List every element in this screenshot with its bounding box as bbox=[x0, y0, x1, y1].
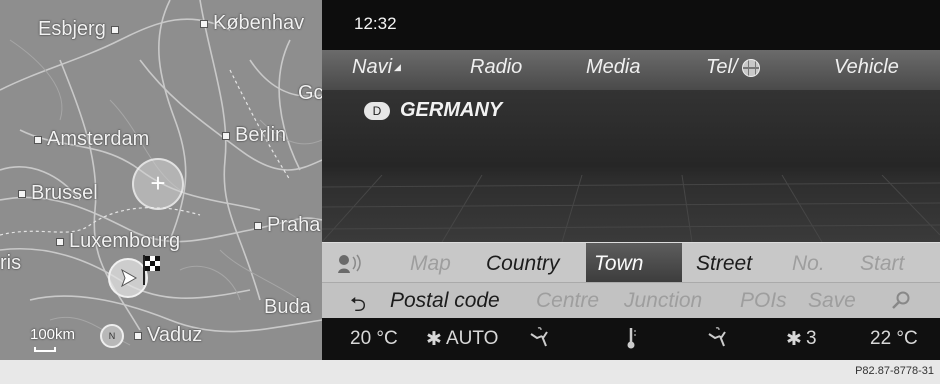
city-label: Amsterdam bbox=[47, 128, 150, 150]
city-label: Gc bbox=[298, 82, 322, 104]
map-crosshair-cursor[interactable]: + bbox=[132, 158, 184, 210]
city-marker bbox=[110, 25, 119, 34]
map-city-gc: Gc bbox=[298, 82, 322, 105]
map-city-paris: ris bbox=[0, 252, 21, 275]
option-street[interactable]: Street bbox=[696, 252, 752, 276]
option-pois[interactable]: POIs bbox=[740, 289, 787, 313]
climate-control-bar: 20 °C ✱ AUTO ✱ 3 22 °C bbox=[322, 318, 940, 360]
city-label: Københav bbox=[213, 12, 305, 34]
option-start[interactable]: Start bbox=[860, 252, 904, 276]
map-city-kobenhavn: Københav bbox=[200, 12, 304, 35]
compass-icon[interactable]: N bbox=[100, 324, 124, 348]
menu-navi[interactable]: Navi ◢ bbox=[352, 56, 401, 79]
city-marker bbox=[254, 221, 262, 230]
voice-control-icon[interactable] bbox=[336, 253, 362, 275]
city-label: Brussel bbox=[31, 182, 98, 204]
menu-tel-label: Tel/ bbox=[706, 56, 738, 78]
city-label: Buda bbox=[264, 296, 311, 318]
option-town[interactable]: Town bbox=[594, 252, 643, 276]
city-marker bbox=[34, 135, 42, 144]
menu-tel[interactable]: Tel/ bbox=[706, 56, 760, 79]
city-marker bbox=[18, 189, 26, 198]
perspective-grid bbox=[322, 175, 940, 242]
figure-footer: P82.87-8778-31 bbox=[0, 360, 940, 384]
main-panel: 12:32 Navi ◢ Radio Media Tel/ Vehicle D … bbox=[322, 0, 940, 360]
globe-icon bbox=[741, 58, 760, 77]
search-icon[interactable] bbox=[890, 290, 912, 312]
map-city-berlin: Berlin bbox=[222, 124, 286, 147]
map-scale-label: 100km bbox=[30, 326, 76, 343]
map-info-strip: 100km N Vaduz bbox=[0, 318, 322, 360]
address-entry-display: D GERMANY bbox=[322, 90, 940, 242]
map-city-praha: Praha bbox=[254, 214, 320, 237]
option-junction[interactable]: Junction bbox=[624, 289, 702, 313]
city-marker bbox=[134, 331, 142, 340]
city-marker bbox=[222, 131, 230, 140]
fan-speed-icon: ✱ bbox=[786, 329, 802, 350]
option-postal-code[interactable]: Postal code bbox=[390, 289, 500, 313]
compass-north-letter: N bbox=[108, 331, 116, 341]
clock: 12:32 bbox=[354, 14, 397, 33]
submenu-triangle-icon: ◢ bbox=[394, 62, 401, 73]
figure-reference-code: P82.87-8778-31 bbox=[855, 365, 934, 377]
city-label: Vaduz bbox=[147, 324, 203, 346]
option-number[interactable]: No. bbox=[792, 252, 825, 276]
city-label: Praha bbox=[267, 214, 321, 236]
option-map[interactable]: Map bbox=[410, 252, 451, 276]
city-label: Berlin bbox=[235, 124, 287, 146]
option-save[interactable]: Save bbox=[808, 289, 856, 313]
main-function-bar: Navi ◢ Radio Media Tel/ Vehicle bbox=[322, 50, 940, 90]
fan-auto-icon: ✱ bbox=[426, 329, 442, 350]
city-marker bbox=[56, 237, 64, 246]
climate-auto-mode[interactable]: AUTO bbox=[446, 328, 498, 350]
airflow-upper-icon[interactable] bbox=[528, 326, 552, 350]
city-marker bbox=[200, 19, 208, 28]
menu-radio[interactable]: Radio bbox=[470, 56, 522, 79]
right-temperature[interactable]: 22 °C bbox=[870, 328, 918, 350]
city-label: Esbjerg bbox=[38, 18, 106, 40]
map-city-amsterdam: Amsterdam bbox=[34, 128, 149, 151]
crosshair-plus-icon: + bbox=[150, 168, 166, 198]
navigation-map[interactable]: Esbjerg Københav Gc Amsterdam Berlin Bru… bbox=[0, 0, 322, 360]
thermometer-icon[interactable] bbox=[624, 326, 638, 350]
map-city-esbjerg: Esbjerg bbox=[38, 18, 119, 41]
city-label: Luxembourg bbox=[69, 230, 181, 252]
destination-flag-icon bbox=[143, 255, 160, 285]
country-code-badge: D bbox=[364, 101, 390, 120]
selected-country-row[interactable]: D GERMANY bbox=[364, 99, 502, 122]
menu-navi-label: Navi bbox=[352, 56, 393, 78]
status-bar: 12:32 bbox=[322, 0, 940, 50]
menu-media[interactable]: Media bbox=[586, 56, 640, 79]
option-centre[interactable]: Centre bbox=[536, 289, 599, 313]
option-country[interactable]: Country bbox=[486, 252, 560, 276]
map-scale-bar bbox=[34, 347, 56, 352]
menu-vehicle[interactable]: Vehicle bbox=[834, 56, 899, 79]
left-temperature[interactable]: 20 °C bbox=[350, 328, 398, 350]
fan-speed-level[interactable]: 3 bbox=[806, 328, 817, 350]
city-label: ris bbox=[0, 252, 22, 274]
head-unit-screen: Esbjerg Københav Gc Amsterdam Berlin Bru… bbox=[0, 0, 940, 360]
map-city-vaduz: Vaduz bbox=[134, 324, 202, 347]
address-submenu-row: ⮌ Postal code Centre Junction POIs Save bbox=[322, 282, 940, 318]
map-city-budapest: Buda bbox=[264, 296, 311, 319]
map-city-brussel: Brussel bbox=[18, 182, 98, 205]
airflow-lower-icon[interactable] bbox=[706, 326, 730, 350]
address-menu-row: Map Country Town Street No. Start bbox=[322, 242, 940, 283]
map-city-luxembourg: Luxembourg bbox=[56, 230, 180, 253]
country-name: GERMANY bbox=[400, 99, 503, 121]
